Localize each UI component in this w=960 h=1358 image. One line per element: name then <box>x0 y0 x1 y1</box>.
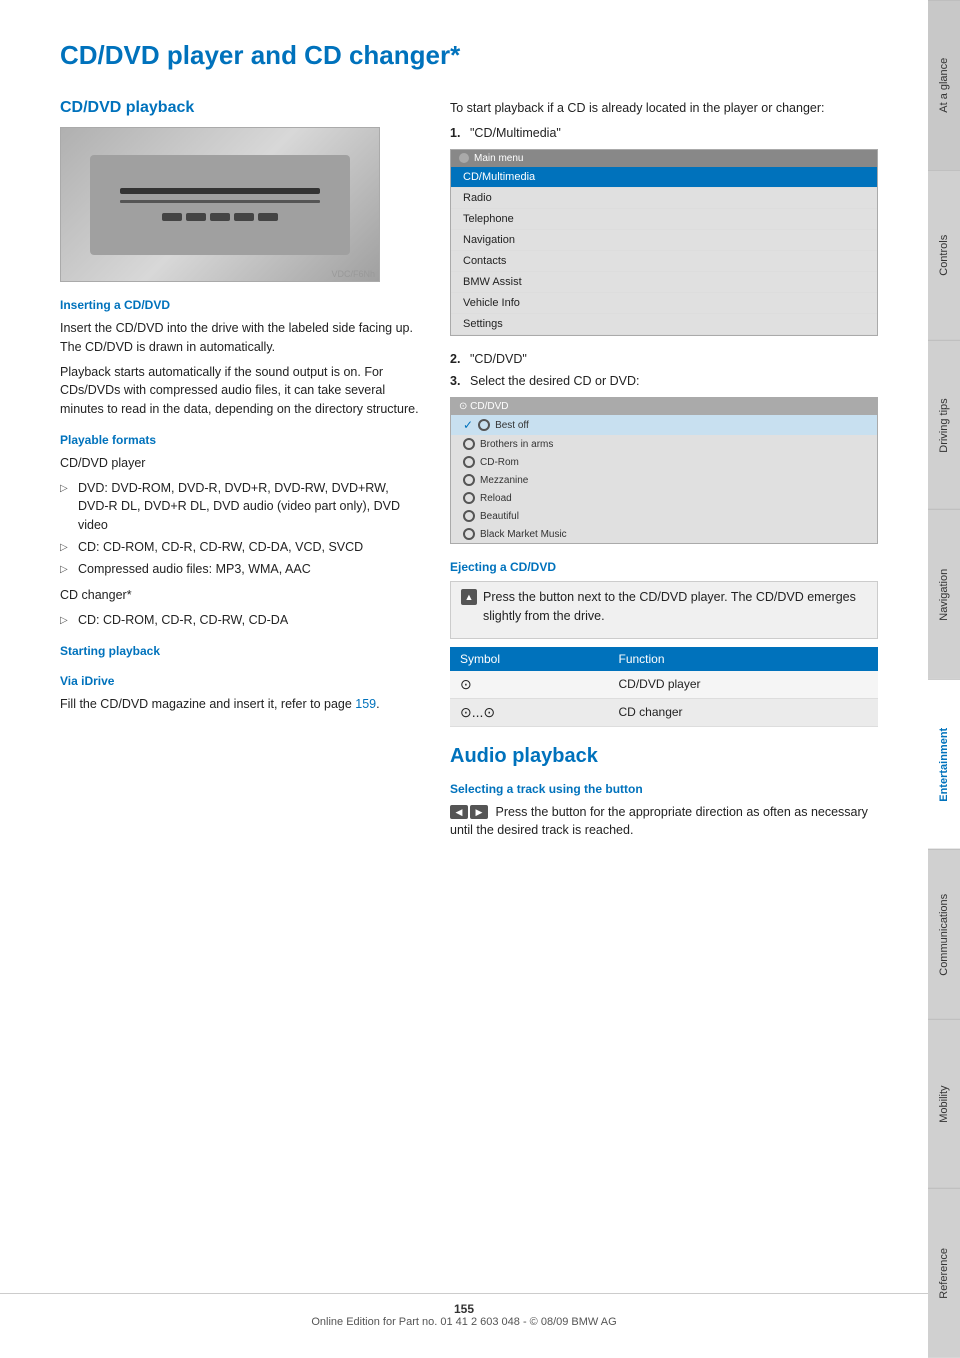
main-menu-title-bar: Main menu <box>451 150 877 167</box>
prev-button-icon: ◀ <box>450 805 468 819</box>
cd-item-brothers: Brothers in arms <box>451 435 877 453</box>
symbol-cell-2: ⊙...⊙ <box>450 698 609 726</box>
step-3: 3. Select the desired CD or DVD: <box>450 372 878 391</box>
next-button-icon: ▶ <box>470 805 488 819</box>
cd-item-reload: Reload <box>451 489 877 507</box>
table-header-symbol: Symbol <box>450 647 609 671</box>
sidebar-tab-at-a-glance[interactable]: At a glance <box>928 0 960 170</box>
cd-screen-title-bar: ⊙ CD/DVD <box>451 398 877 415</box>
sidebar-tab-communications[interactable]: Communications <box>928 849 960 1019</box>
inserting-text1: Insert the CD/DVD into the drive with th… <box>60 319 420 357</box>
footer-text: Online Edition for Part no. 01 41 2 603 … <box>311 1316 616 1328</box>
ejecting-note: ▲ Press the button next to the CD/DVD pl… <box>450 581 878 639</box>
sidebar-tab-driving-tips[interactable]: Driving tips <box>928 340 960 510</box>
page-title: CD/DVD player and CD changer* <box>60 40 878 71</box>
step-2: 2. "CD/DVD" <box>450 350 878 369</box>
nav-buttons: ◀ ▶ <box>450 805 488 819</box>
menu-item-radio: Radio <box>451 188 877 209</box>
menu-item-cd-multimedia: CD/Multimedia <box>451 167 877 188</box>
formats-list: DVD: DVD-ROM, DVD-R, DVD+R, DVD-RW, DVD+… <box>60 479 420 579</box>
menu-item-navigation: Navigation <box>451 230 877 251</box>
steps-list: 1. "CD/Multimedia" <box>450 124 878 143</box>
table-row: ⊙...⊙ CD changer <box>450 698 878 726</box>
page-number: 155 <box>454 1302 474 1316</box>
step-1: 1. "CD/Multimedia" <box>450 124 878 143</box>
cd-dvd-screen: ⊙ CD/DVD ✓ Best off Brothers in arms <box>450 397 878 544</box>
format-cd: CD: CD-ROM, CD-R, CD-RW, CD-DA, VCD, SVC… <box>60 538 420 557</box>
sidebar-tab-navigation[interactable]: Navigation <box>928 509 960 679</box>
table-header-function: Function <box>609 647 879 671</box>
footer: 155 Online Edition for Part no. 01 41 2 … <box>0 1293 928 1328</box>
main-menu-items: CD/Multimedia Radio Telephone Navigation… <box>451 167 877 335</box>
format-compressed: Compressed audio files: MP3, WMA, AAC <box>60 560 420 579</box>
formats-heading: Playable formats <box>60 431 420 449</box>
cd-item-black-market: Black Market Music <box>451 525 877 543</box>
table-row: ⊙ CD/DVD player <box>450 671 878 699</box>
sidebar-tab-reference[interactable]: Reference <box>928 1188 960 1358</box>
sidebar-tab-controls[interactable]: Controls <box>928 170 960 340</box>
menu-item-telephone: Telephone <box>451 209 877 230</box>
formats-cddvd-label: CD/DVD player <box>60 454 420 473</box>
formats-cdchanger-label: CD changer* <box>60 586 420 605</box>
via-idrive-text: Fill the CD/DVD magazine and insert it, … <box>60 695 420 714</box>
function-cell-1: CD/DVD player <box>609 671 879 699</box>
section-heading-cddvd-playback: CD/DVD playback <box>60 99 420 117</box>
formats-cdchanger-list: CD: CD-ROM, CD-R, CD-RW, CD-DA <box>60 611 420 630</box>
eject-icon: ▲ <box>461 589 477 605</box>
symbol-cell-1: ⊙ <box>450 671 609 699</box>
menu-item-vehicle-info: Vehicle Info <box>451 293 877 314</box>
sidebar-tab-entertainment[interactable]: Entertainment <box>928 679 960 849</box>
starting-playback-heading: Starting playback <box>60 642 420 660</box>
sidebar-tab-mobility[interactable]: Mobility <box>928 1019 960 1189</box>
inserting-text2: Playback starts automatically if the sou… <box>60 363 420 419</box>
selecting-track-heading: Selecting a track using the button <box>450 780 878 798</box>
audio-playback-heading: Audio playback <box>450 745 878 768</box>
ejecting-heading: Ejecting a CD/DVD <box>450 558 878 576</box>
menu-item-contacts: Contacts <box>451 251 877 272</box>
selecting-track-text: ◀ ▶ Press the button for the appropriate… <box>450 803 878 841</box>
menu-item-bmw-assist: BMW Assist <box>451 272 877 293</box>
cd-item-mezzanine: Mezzanine <box>451 471 877 489</box>
via-idrive-link[interactable]: 159 <box>355 697 376 711</box>
format-cdchanger-cd: CD: CD-ROM, CD-R, CD-RW, CD-DA <box>60 611 420 630</box>
cd-item-beautiful: Beautiful <box>451 507 877 525</box>
cd-item-cdrom: CD-Rom <box>451 453 877 471</box>
symbol-table: Symbol Function ⊙ CD/DVD player <box>450 647 878 727</box>
intro-text: To start playback if a CD is already loc… <box>450 99 878 118</box>
steps-list-2: 2. "CD/DVD" 3. Select the desired CD or … <box>450 350 878 392</box>
inserting-heading: Inserting a CD/DVD <box>60 296 420 314</box>
function-cell-2: CD changer <box>609 698 879 726</box>
menu-item-settings: Settings <box>451 314 877 335</box>
ejecting-text: Press the button next to the CD/DVD play… <box>483 588 867 626</box>
via-idrive-heading: Via iDrive <box>60 672 420 690</box>
device-image: VDC/F6Nh <box>60 127 380 282</box>
sidebar-tabs: At a glance Controls Driving tips Naviga… <box>928 0 960 1358</box>
main-menu-screen: Main menu CD/Multimedia Radio Telephone … <box>450 149 878 336</box>
cd-item-best-off: ✓ Best off <box>451 415 877 435</box>
format-dvd: DVD: DVD-ROM, DVD-R, DVD+R, DVD-RW, DVD+… <box>60 479 420 535</box>
